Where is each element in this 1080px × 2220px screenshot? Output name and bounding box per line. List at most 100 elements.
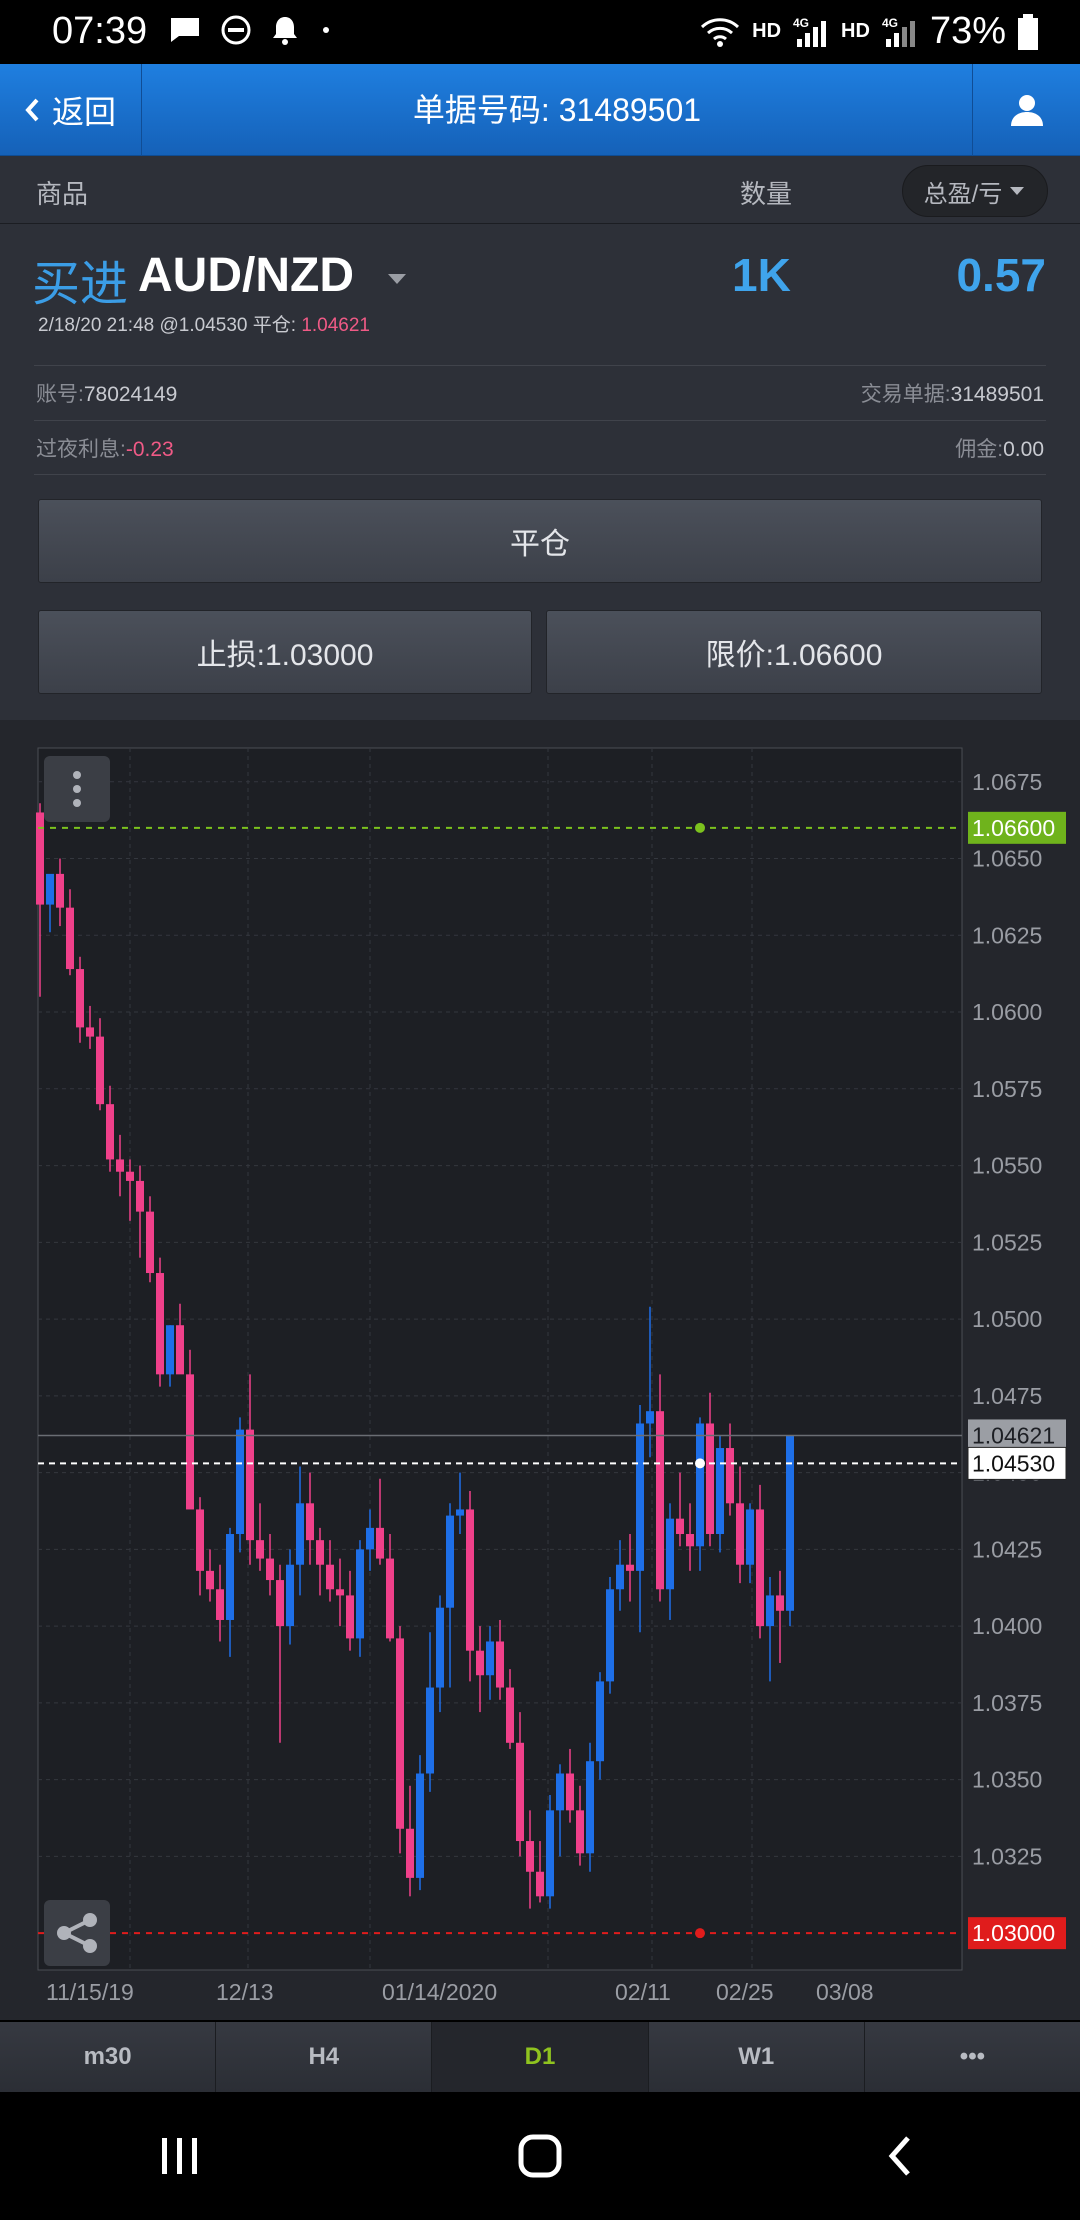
candle-body: [736, 1503, 744, 1565]
chevron-left-icon: [25, 98, 39, 122]
user-icon: [1010, 95, 1043, 126]
symbol-dropdown-icon[interactable]: [386, 272, 408, 286]
trade-symbol[interactable]: AUD/NZD: [138, 248, 354, 303]
account-label: 账号:: [36, 383, 84, 406]
battery-percent: 73%: [929, 10, 1006, 52]
open-info-text: 2/18/20 21:48 @1.04530 平仓:: [38, 315, 297, 336]
y-tick-label: 1.0550: [972, 1153, 1042, 1179]
candle-body: [296, 1503, 304, 1565]
network-label-1: HD: [752, 20, 782, 42]
candle-body: [446, 1515, 454, 1608]
candle-body: [476, 1650, 484, 1676]
x-tick-label: 12/13: [216, 1979, 274, 2005]
close-position-button[interactable]: 平仓: [38, 499, 1042, 583]
candle-body: [346, 1595, 354, 1639]
swap-value: -0.23: [125, 438, 174, 461]
back-button[interactable]: 返回: [0, 64, 142, 156]
candle-body: [266, 1558, 274, 1581]
candle-body: [186, 1374, 194, 1510]
commission-label: 佣金:: [955, 438, 1004, 461]
signal-icon-2: 4G: [882, 16, 915, 47]
current-price-label: 1.04621: [972, 1422, 1055, 1448]
candle-body: [606, 1589, 614, 1682]
candle-body: [596, 1681, 604, 1762]
tab-w1[interactable]: W1: [648, 2022, 865, 2092]
stop-loss-marker: [695, 1928, 705, 1939]
candle-body: [766, 1595, 774, 1627]
chart-menu-button[interactable]: [44, 756, 110, 822]
column-quantity: 数量: [740, 179, 793, 209]
candle-body: [236, 1429, 244, 1535]
candle-body: [456, 1509, 464, 1516]
candle-body: [66, 907, 74, 970]
chart-canvas: 1.0675 1.0650 1.0625 1.0600 1.0575 1.0550 1.05…: [36, 747, 1067, 2005]
back-icon: [888, 2136, 910, 2176]
ticket-label: 交易单据:: [860, 383, 951, 406]
tab-d1[interactable]: D1: [432, 2022, 649, 2092]
status-bar: 07:39 HD 4G HD 4G 73%: [0, 0, 1080, 64]
candle-body: [506, 1687, 514, 1743]
back-nav-button[interactable]: [830, 2111, 970, 2201]
battery-icon: [1018, 13, 1038, 50]
candle-body: [466, 1509, 474, 1651]
candle-body: [326, 1564, 334, 1590]
network-label-2: HD: [841, 20, 870, 42]
divider: [34, 365, 1046, 366]
candle-body: [386, 1558, 394, 1639]
svg-text:4G: 4G: [793, 16, 809, 30]
candle-body: [76, 969, 84, 1028]
timeframe-tabs: m30 H4 D1 W1 •••: [0, 2022, 1080, 2092]
status-icons-right: HD 4G HD 4G 73%: [698, 10, 1040, 53]
candle-body: [126, 1171, 134, 1181]
candle-body: [586, 1761, 594, 1854]
recent-apps-button[interactable]: [110, 2111, 250, 2201]
swap-row: 过夜利息:-0.23: [36, 433, 174, 463]
share-button[interactable]: [44, 1900, 110, 1966]
candle-body: [756, 1509, 764, 1627]
candle-body: [56, 873, 64, 908]
candle-body: [256, 1540, 264, 1559]
y-tick-label: 1.0500: [972, 1306, 1042, 1332]
y-tick-label: 1.0525: [972, 1229, 1042, 1255]
pl-selector[interactable]: 总盈/亏: [902, 165, 1048, 217]
divider: [34, 420, 1046, 421]
candle-body: [176, 1325, 184, 1375]
home-button[interactable]: [470, 2111, 610, 2201]
candle-body: [486, 1641, 494, 1676]
candle-body: [206, 1570, 214, 1590]
candle-body: [426, 1687, 434, 1774]
trade-side: 买进: [32, 258, 129, 311]
system-nav-bar: [0, 2092, 1080, 2220]
stop-loss-label: 1.03000: [972, 1920, 1055, 1946]
candle-body: [286, 1564, 294, 1627]
stop-loss-button[interactable]: 止损:1.03000: [38, 610, 532, 694]
menu-dot: [73, 785, 81, 793]
column-header: 商品 数量 总盈/亏: [0, 156, 1080, 224]
candle-body: [216, 1589, 224, 1620]
y-tick-label: 1.0475: [972, 1383, 1042, 1409]
trade-panel: 买进 AUD/NZD 1K 0.57 2/18/20 21:48 @1.0453…: [0, 224, 1080, 720]
column-product: 商品: [36, 179, 89, 209]
notification-bell-icon: [273, 17, 297, 45]
tab-m30[interactable]: m30: [0, 2022, 217, 2092]
candle-body: [646, 1411, 654, 1424]
tab-more[interactable]: •••: [864, 2022, 1080, 2092]
svg-text:4G: 4G: [882, 16, 898, 30]
candle-body: [116, 1159, 124, 1172]
y-tick-label: 1.0600: [972, 999, 1042, 1025]
candle-body: [536, 1871, 544, 1897]
candle-body: [316, 1540, 324, 1565]
limit-button[interactable]: 限价:1.06600: [546, 610, 1042, 694]
status-icons-left: [168, 14, 334, 46]
price-chart[interactable]: 1.0675 1.0650 1.0625 1.0600 1.0575 1.0550 1.05…: [0, 720, 1080, 2020]
y-tick-label: 1.0375: [972, 1690, 1042, 1716]
user-button[interactable]: [972, 64, 1080, 156]
trade-pl: 0.57: [956, 249, 1046, 301]
message-icon: [171, 18, 199, 42]
candle-body: [146, 1211, 154, 1274]
candle-body: [656, 1411, 664, 1590]
divider: [34, 474, 1046, 475]
tab-h4[interactable]: H4: [216, 2022, 433, 2092]
candle-body: [546, 1810, 554, 1897]
candle-body: [746, 1509, 754, 1565]
